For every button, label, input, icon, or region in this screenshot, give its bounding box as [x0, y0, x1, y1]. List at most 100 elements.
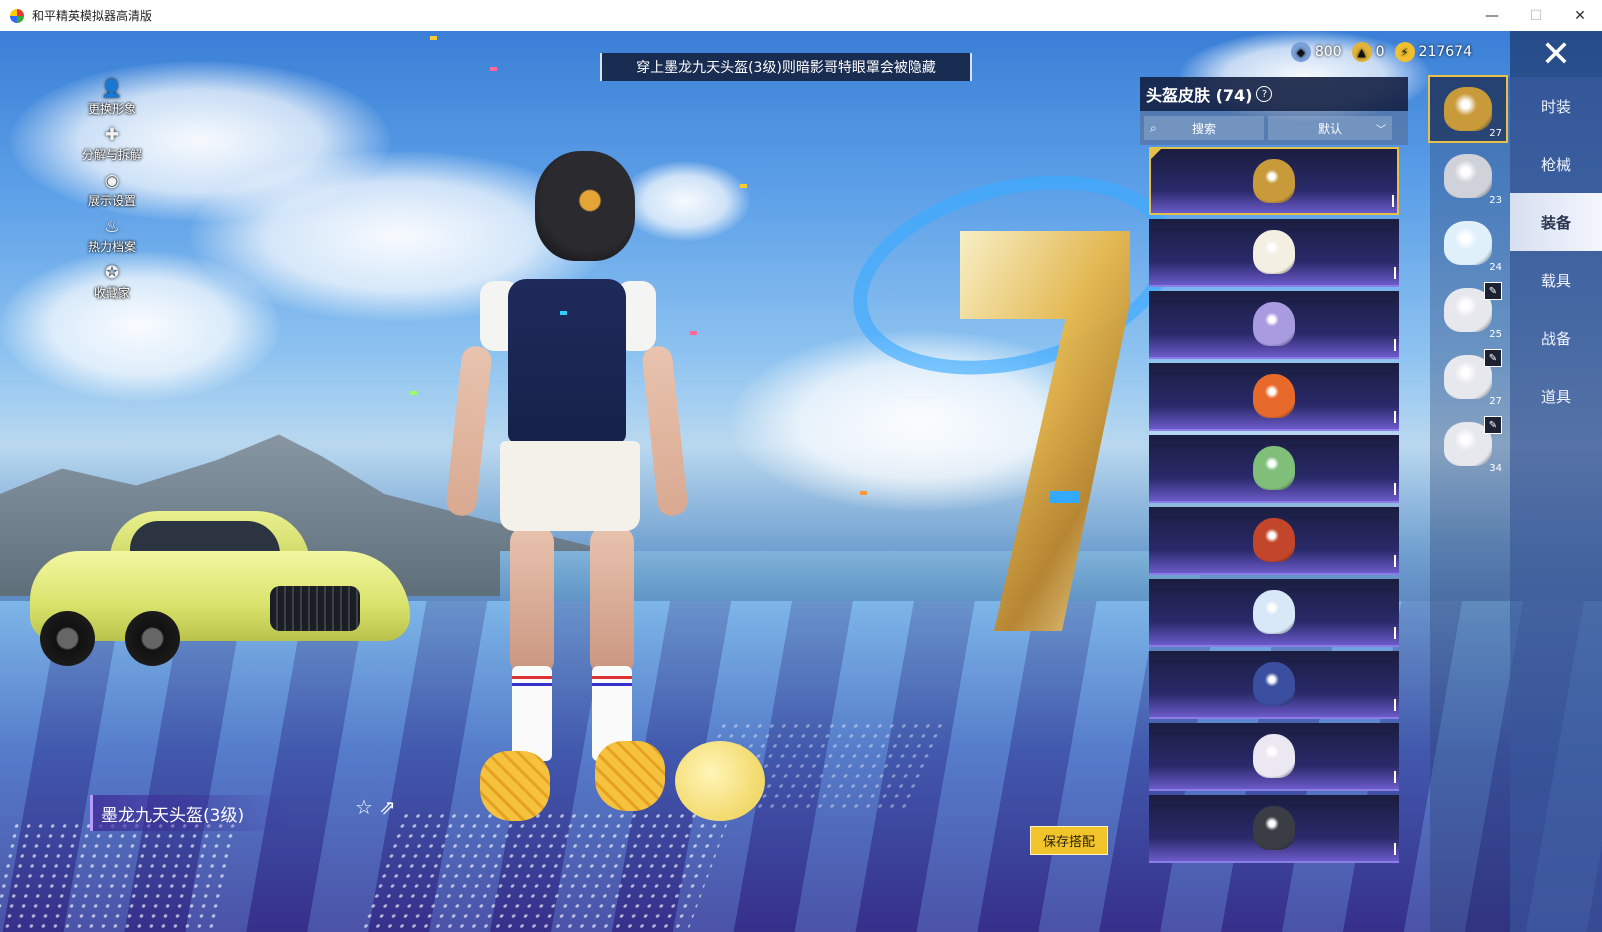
- edit-badge-icon: ✎: [1484, 349, 1502, 367]
- tab-枪械[interactable]: 枪械: [1510, 135, 1602, 193]
- red-beast-helmet-icon: [1253, 518, 1295, 562]
- heat-profile-button[interactable]: ♨ 热力档案: [72, 216, 152, 262]
- currency-bolt[interactable]: ⚡ 217674: [1394, 42, 1472, 62]
- window-controls: — ☐ ✕: [1470, 0, 1602, 31]
- save-outfit-button[interactable]: 保存搭配: [1030, 826, 1108, 855]
- title-bar: 和平精英模拟器高清版 — ☐ ✕: [0, 0, 1602, 32]
- currency-gold-badge[interactable]: ▲ 0: [1351, 42, 1385, 62]
- panel-title: 头盔皮肤 (74): [1146, 86, 1253, 105]
- tab-道具[interactable]: 道具: [1510, 367, 1602, 425]
- search-icon: ⌕: [1150, 120, 1157, 135]
- help-icon[interactable]: ?: [1256, 86, 1273, 102]
- display-settings-button[interactable]: ◉ 展示设置: [72, 170, 152, 216]
- floor-tile-glow: [0, 821, 242, 931]
- category-count: 24: [1489, 262, 1502, 273]
- confetti: [740, 184, 747, 188]
- category-count: 34: [1489, 463, 1502, 474]
- bolt-amount: 217674: [1418, 44, 1472, 60]
- skin-item[interactable]: [1149, 291, 1399, 359]
- filter-row: ⌕ 搜索 默认 ﹀: [1140, 111, 1408, 145]
- panel-header: 头盔皮肤 (74) ?: [1140, 77, 1408, 111]
- skin-item[interactable]: [1149, 363, 1399, 431]
- search-button[interactable]: ⌕ 搜索: [1144, 116, 1264, 140]
- skin-item[interactable]: [1149, 579, 1399, 647]
- tab-装备[interactable]: 装备: [1510, 193, 1602, 251]
- sort-label: 默认: [1317, 121, 1342, 136]
- item-indicator: [1394, 771, 1396, 783]
- category-count: 27: [1489, 128, 1502, 139]
- category-count: 23: [1489, 195, 1502, 206]
- currency-bar: ◆ 800 ▲ 0 ⚡ 217674: [1290, 42, 1472, 62]
- yellow-pet: [675, 741, 765, 821]
- skin-item[interactable]: [1149, 795, 1399, 863]
- change-appearance-button[interactable]: 👤 更换形象: [72, 78, 152, 124]
- category-slot[interactable]: ✎ 25: [1430, 278, 1506, 342]
- item-indicator: [1394, 843, 1396, 855]
- sort-dropdown[interactable]: 默认 ﹀: [1268, 116, 1392, 140]
- skin-item[interactable]: [1149, 723, 1399, 791]
- bolt-coin-icon: ⚡: [1394, 42, 1415, 62]
- category-slot[interactable]: 24: [1430, 211, 1506, 275]
- favorite-share-group: ☆ ⇗: [355, 795, 396, 819]
- item-indicator: [1394, 483, 1396, 495]
- blue-mech-helmet-icon: [1253, 662, 1295, 706]
- item-indicator: [1394, 411, 1396, 423]
- selected-skin-name: 墨龙九天头盔(3级): [90, 795, 291, 831]
- confetti: [860, 491, 867, 495]
- close-icon: ✕: [1540, 33, 1572, 75]
- chevron-down-icon: ﹀: [1376, 124, 1386, 136]
- decompose-label: 分解与拆解: [81, 148, 142, 162]
- coupon-amount: 800: [1314, 44, 1342, 60]
- helmet-notice-banner: 穿上墨龙九天头盔(3级)则暗影哥特眼罩会被隐藏: [600, 53, 972, 81]
- confetti: [410, 391, 417, 395]
- tab-时装[interactable]: 时装: [1510, 77, 1602, 135]
- skin-item[interactable]: [1149, 435, 1399, 503]
- category-slot[interactable]: ✎ 27: [1430, 345, 1506, 409]
- edit-badge-icon: ✎: [1484, 416, 1502, 434]
- window-title: 和平精英模拟器高清版: [32, 9, 153, 23]
- item-indicator: [1394, 555, 1396, 567]
- star-icon[interactable]: ☆: [355, 795, 373, 819]
- share-icon[interactable]: ⇗: [379, 795, 396, 819]
- tab-载具[interactable]: 载具: [1510, 251, 1602, 309]
- skin-item[interactable]: [1149, 219, 1399, 287]
- skin-item[interactable]: [1149, 147, 1399, 215]
- helmet-skin-panel: 头盔皮肤 (74) ? ⌕ 搜索 默认 ﹀: [1140, 77, 1408, 882]
- backpack-thumb-icon: [1444, 221, 1492, 265]
- close-panel-button[interactable]: ✕: [1510, 31, 1602, 77]
- confetti: [490, 67, 497, 71]
- close-window-button[interactable]: ✕: [1558, 0, 1602, 31]
- category-slot[interactable]: 27: [1428, 75, 1508, 143]
- confetti: [1050, 491, 1080, 503]
- white-bunny-helmet-icon: [1253, 734, 1295, 778]
- emulator-window: 和平精英模拟器高清版 — ☐ ✕ 👤 更换形象 ✚ 分解与拆解 ◉ 展示设置 ♨…: [0, 0, 1602, 932]
- selected-check-icon: [1149, 147, 1163, 161]
- edit-badge-icon: ✎: [1484, 282, 1502, 300]
- collector-button[interactable]: ✪ 收藏家: [72, 262, 152, 308]
- category-slot[interactable]: ✎ 34: [1430, 412, 1506, 476]
- item-indicator: [1394, 627, 1396, 639]
- skin-item[interactable]: [1149, 507, 1399, 575]
- item-indicator: [1394, 267, 1396, 279]
- purple-cat-helmet-icon: [1253, 302, 1295, 346]
- category-count: 25: [1489, 329, 1502, 340]
- skin-list: [1149, 147, 1399, 867]
- confetti: [560, 311, 567, 315]
- person-icon: 👤: [101, 79, 123, 99]
- app-logo-icon: [10, 8, 24, 23]
- main-tabs: 时装 枪械 装备 载具 战备 道具: [1510, 77, 1602, 932]
- armor-vest-thumb-icon: [1444, 154, 1492, 198]
- maximize-button[interactable]: ☐: [1514, 0, 1558, 31]
- currency-coupon[interactable]: ◆ 800: [1290, 42, 1342, 62]
- minimize-button[interactable]: —: [1470, 0, 1514, 31]
- pineapple-shoe: [595, 741, 665, 811]
- item-indicator: [1394, 339, 1396, 351]
- decompose-button[interactable]: ✚ 分解与拆解: [72, 124, 152, 170]
- category-slot[interactable]: 23: [1430, 144, 1506, 208]
- tab-战备[interactable]: 战备: [1510, 309, 1602, 367]
- skin-item[interactable]: [1149, 651, 1399, 719]
- white-blue-helmet-icon: [1253, 590, 1295, 634]
- category-count: 27: [1489, 396, 1502, 407]
- search-label: 搜索: [1191, 121, 1216, 136]
- green-blue-helmet-icon: [1253, 446, 1295, 490]
